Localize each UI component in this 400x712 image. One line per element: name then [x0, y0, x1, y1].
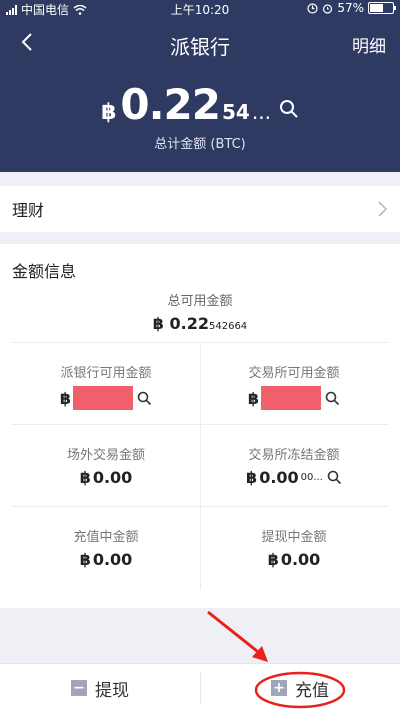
search-icon[interactable]: [279, 99, 299, 119]
cell-label: 场外交易金额: [66, 448, 145, 463]
search-icon[interactable]: [325, 391, 340, 406]
battery-percent: 57%: [337, 1, 364, 15]
cell-exchange-available: 交易所可用金额 ฿: [200, 342, 388, 424]
cell-label: 提现中金额: [261, 530, 327, 545]
cell-depositing: 充值中金额 ฿ 0.00: [12, 506, 200, 588]
withdraw-label: 提现: [95, 680, 129, 701]
btc-symbol: ฿: [59, 388, 72, 408]
cell-value: 0.00: [280, 550, 321, 569]
btc-symbol: ฿: [152, 314, 164, 333]
cell-label: 派银行可用金额: [60, 366, 152, 381]
cell-label: 交易所可用金额: [248, 366, 340, 381]
balance-summary: ฿ 0.22 54 ... 总计金额 (BTC): [0, 80, 400, 152]
redacted-value: [261, 386, 322, 410]
cell-value-small: 00...: [300, 472, 323, 483]
cell-withdrawing: 提现中金额 ฿ 0.00: [200, 506, 388, 588]
cell-label: 交易所冻结金额: [248, 448, 340, 463]
cell-pai-bank-available: 派银行可用金额 ฿: [12, 342, 200, 424]
location-lock-icon: [307, 2, 318, 14]
cell-exchange-frozen: 交易所冻结金额 ฿ 0.00 00...: [200, 424, 388, 506]
battery-icon: [368, 2, 396, 14]
annotation-arrowhead: [252, 646, 268, 662]
btc-symbol: ฿: [246, 468, 258, 487]
balance-main: 0.22: [120, 80, 221, 129]
total-small: 542664: [209, 321, 248, 332]
cell-label: 充值中金额: [73, 530, 139, 545]
redacted-value: [73, 386, 134, 410]
plus-square-icon: +: [271, 680, 287, 696]
balance-ellipsis: ...: [251, 100, 271, 124]
btc-symbol: ฿: [79, 468, 91, 487]
btc-symbol: ฿: [101, 100, 117, 125]
status-bar: 中国电信 上午10:20 57%: [0, 0, 400, 18]
total-main: 0.22: [169, 314, 209, 333]
btc-symbol: ฿: [267, 550, 279, 569]
minus-square-icon: −: [71, 680, 87, 696]
header: 中国电信 上午10:20 57% 派银行 明细 ฿ 0.22 54 ... 总计…: [0, 0, 400, 172]
cell-value: 0.00: [259, 468, 299, 487]
balance-label: 总计金额 (BTC): [154, 137, 246, 152]
balance-rest: 54: [222, 100, 250, 124]
search-icon[interactable]: [327, 470, 342, 485]
search-icon[interactable]: [137, 391, 152, 406]
deposit-button[interactable]: + 充值: [200, 664, 400, 712]
page-title: 派银行: [170, 35, 230, 59]
btc-symbol: ฿: [79, 550, 91, 569]
total-available-value: ฿ 0.22542664: [0, 314, 400, 333]
chevron-right-icon: [378, 201, 388, 217]
cell-value: 0.00: [92, 468, 133, 487]
finance-row[interactable]: 理财: [0, 186, 400, 232]
btc-symbol: ฿: [247, 388, 260, 408]
bottom-action-bar: − 提现 + 充值: [0, 663, 400, 712]
amount-info-title: 金额信息: [12, 262, 77, 281]
finance-label: 理财: [12, 201, 45, 220]
details-button[interactable]: 明细: [352, 32, 386, 57]
deposit-label: 充值: [295, 680, 329, 701]
cell-value: 0.00: [92, 550, 133, 569]
cell-otc-amount: 场外交易金额 ฿ 0.00: [12, 424, 200, 506]
withdraw-button[interactable]: − 提现: [0, 664, 200, 712]
amount-grid: 派银行可用金额 ฿ 交易所可用金额 ฿ 场外交易金额 ฿ 0.00 交易所冻结金…: [12, 342, 388, 590]
annotation-arrow: [207, 610, 263, 657]
amount-info-card: 金额信息 总可用金额 ฿ 0.22542664 派银行可用金额 ฿ 交易所可用金…: [0, 244, 400, 608]
nav-bar: 派银行 明细: [0, 24, 400, 64]
total-available-label: 总可用金额: [167, 294, 233, 309]
alarm-icon: [323, 3, 333, 14]
